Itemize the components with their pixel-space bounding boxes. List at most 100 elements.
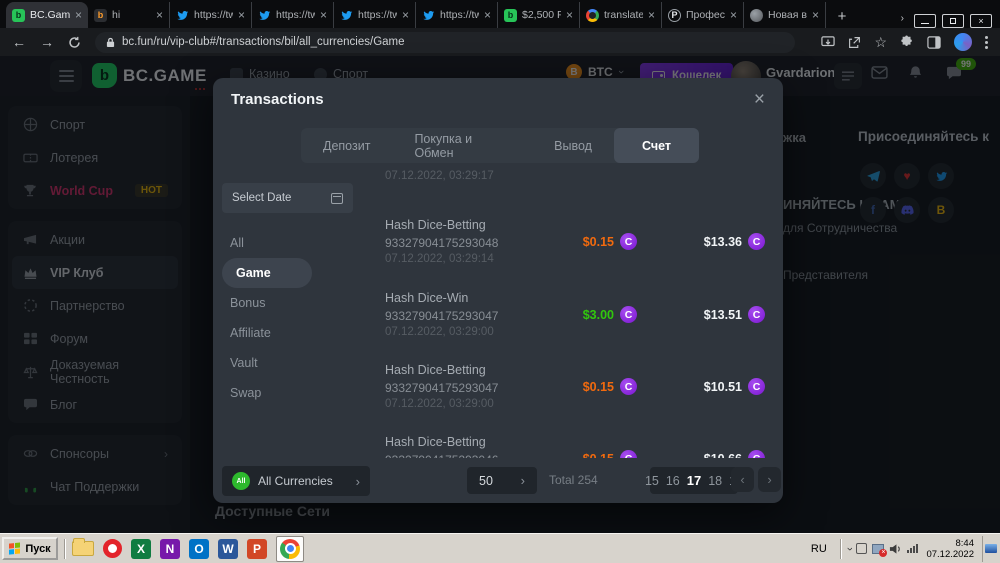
onenote-icon[interactable]: N	[160, 539, 180, 559]
file-explorer-icon[interactable]	[72, 541, 94, 556]
window-restore-button[interactable]	[942, 14, 964, 28]
partial-row-date: 07.12.2022, 03:29:17	[385, 170, 494, 182]
tab-close-icon[interactable]: ×	[402, 9, 409, 21]
screen: b BC.Game × b hi × https://tw × https://…	[0, 0, 1000, 563]
page-15[interactable]: 15	[645, 474, 659, 488]
start-button[interactable]: Пуск	[2, 537, 58, 560]
browser-tab-promo[interactable]: b $2,500 Pr ×	[498, 2, 580, 28]
transaction-row: Hash Dice-Betting 93327904175293046 $0.1…	[385, 430, 765, 458]
select-date-button[interactable]: Select Date	[222, 183, 353, 213]
tab-search-caret-icon[interactable]: ›	[901, 13, 904, 24]
p-favicon: P	[668, 9, 681, 22]
filter-bonus[interactable]: Bonus	[222, 288, 353, 318]
coin-icon: C	[620, 378, 637, 395]
new-tab-button[interactable]: +	[830, 4, 854, 28]
transaction-date: 07.12.2022, 03:29:00	[385, 326, 529, 339]
all-currencies-button[interactable]: All All Currencies ›	[222, 466, 370, 496]
show-desktop-button[interactable]	[982, 536, 998, 562]
language-indicator[interactable]: RU	[804, 543, 834, 555]
tab-close-icon[interactable]: ×	[730, 9, 737, 21]
powerpoint-icon[interactable]: P	[247, 539, 267, 559]
filter-vault[interactable]: Vault	[222, 348, 353, 378]
browser-tab-bcgame[interactable]: b BC.Game ×	[6, 2, 88, 28]
tab-close-icon[interactable]: ×	[156, 9, 163, 21]
reload-icon[interactable]	[68, 36, 81, 49]
tray-app-icon[interactable]	[856, 543, 867, 554]
tab-close-icon[interactable]: ×	[238, 9, 245, 21]
transaction-balance: $10.51	[704, 380, 742, 394]
filter-swap[interactable]: Swap	[222, 378, 353, 408]
tab-withdraw[interactable]: Вывод	[532, 128, 614, 163]
tab-close-icon[interactable]: ×	[75, 9, 82, 21]
network-signal-icon[interactable]	[907, 544, 918, 553]
share-icon[interactable]	[848, 36, 861, 49]
browser-tab-hi[interactable]: b hi ×	[88, 2, 170, 28]
filter-all[interactable]: All	[222, 228, 353, 258]
tab-close-icon[interactable]: ×	[484, 9, 491, 21]
browser-tab-twitter-2[interactable]: https://tw ×	[252, 2, 334, 28]
page-size-select[interactable]: 50 ›	[467, 467, 537, 494]
browser-tab-twitter-3[interactable]: https://tw ×	[334, 2, 416, 28]
filter-game[interactable]: Game	[222, 258, 312, 288]
window-minimize-button[interactable]	[914, 14, 936, 28]
tab-close-icon[interactable]: ×	[648, 9, 655, 21]
page-16[interactable]: 16	[666, 474, 680, 488]
modal-close-icon[interactable]: ×	[750, 86, 769, 113]
taskbar-clock[interactable]: 8:44 07.12.2022	[918, 538, 982, 560]
transaction-balance: $13.51	[704, 308, 742, 322]
tab-bill[interactable]: Счет	[614, 128, 699, 163]
transaction-amount: $0.15	[583, 452, 614, 459]
tab-close-icon[interactable]: ×	[566, 9, 573, 21]
coin-icon: C	[748, 233, 765, 250]
forward-icon[interactable]: →	[40, 35, 54, 49]
excel-icon[interactable]: X	[131, 539, 151, 559]
tab-close-icon[interactable]: ×	[320, 9, 327, 21]
chrome-taskbar-button-active[interactable]	[276, 536, 304, 562]
chrome-icon	[280, 539, 300, 559]
browser-menu-icon[interactable]	[985, 36, 988, 49]
extensions-puzzle-icon[interactable]	[900, 35, 914, 49]
total-count: Total 254	[549, 467, 598, 494]
volume-icon[interactable]	[889, 543, 902, 555]
tab-close-icon[interactable]: ×	[812, 9, 819, 21]
page-17-current[interactable]: 17	[687, 473, 701, 488]
filter-affiliate[interactable]: Affiliate	[222, 318, 353, 348]
back-icon[interactable]: ←	[12, 35, 26, 49]
modal-title: Transactions	[231, 91, 324, 108]
transaction-row: Hash Dice-Betting 93327904175293048 07.1…	[385, 213, 765, 270]
transaction-row: Hash Dice-Betting 93327904175293047 07.1…	[385, 358, 765, 415]
outlook-icon[interactable]: O	[189, 539, 209, 559]
calendar-icon	[331, 193, 343, 204]
browser-profile-avatar[interactable]	[954, 33, 972, 51]
hidden-icons-chevron[interactable]: ‹	[844, 547, 856, 551]
address-bar[interactable]: bc.fun/ru/vip-club#/transactions/bil/all…	[95, 32, 795, 53]
network-error-icon[interactable]	[872, 544, 884, 554]
tab-label: Новая вк	[768, 9, 807, 21]
word-icon[interactable]: W	[218, 539, 238, 559]
browser-tab-strip: b BC.Game × b hi × https://tw × https://…	[0, 0, 1000, 28]
transaction-id: 93327904175293048	[385, 236, 529, 250]
page-18[interactable]: 18	[708, 474, 722, 488]
opera-icon[interactable]	[103, 539, 122, 558]
transaction-name: Hash Dice-Betting	[385, 218, 529, 232]
install-icon[interactable]	[821, 36, 835, 49]
tab-label: $2,500 Pr	[522, 9, 561, 21]
browser-tab-twitter-1[interactable]: https://tw ×	[170, 2, 252, 28]
tab-buy-swap[interactable]: Покупка и Обмен	[392, 128, 532, 163]
lock-icon	[106, 37, 115, 48]
pagination-next-button[interactable]: ›	[758, 467, 781, 492]
browser-tab-twitter-4[interactable]: https://tw ×	[416, 2, 498, 28]
browser-tab-profession[interactable]: P Профессо ×	[662, 2, 744, 28]
browser-tab-translate[interactable]: translate - ×	[580, 2, 662, 28]
system-tray: RU ‹ 8:44 07.12.2022	[804, 536, 998, 562]
side-panel-icon[interactable]	[927, 36, 941, 49]
clock-time: 8:44	[956, 538, 975, 549]
tab-deposit[interactable]: Депозит	[301, 128, 392, 163]
bookmark-star-icon[interactable]: ☆	[874, 34, 887, 51]
coin-icon: C	[748, 450, 765, 458]
browser-tab-newtab[interactable]: Новая вк ×	[744, 2, 826, 28]
coin-icon: C	[620, 450, 637, 458]
pagination-prev-button[interactable]: ‹	[731, 467, 754, 492]
toolbar-actions: ☆	[821, 33, 988, 51]
window-close-button[interactable]: ×	[970, 14, 992, 28]
